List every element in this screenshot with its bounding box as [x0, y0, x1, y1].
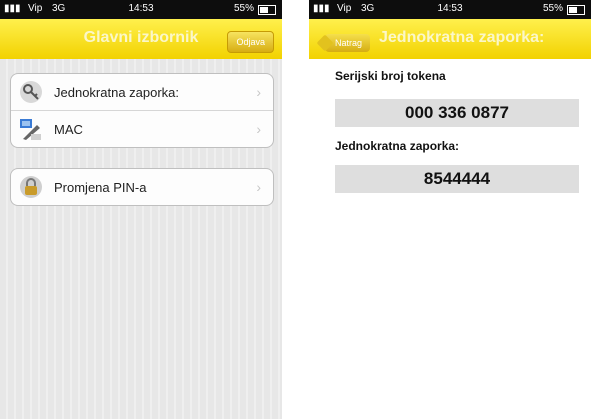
chevron-right-icon: › [256, 121, 261, 137]
main-menu-screen: ▮▮▮ Vip 3G 14:53 55% Glavni izbornik Odj… [0, 0, 282, 419]
menu-item-mac[interactable]: MAC › [11, 110, 273, 147]
lock-icon [20, 176, 42, 198]
otp-label: Jednokratna zaporka: [335, 139, 460, 153]
status-bar: ▮▮▮ Vip 3G 14:53 55% [309, 0, 591, 19]
menu-item-label: Promjena PIN-a [54, 180, 147, 195]
otp-detail: Serijski broj tokena 000 336 0877 Jednok… [309, 59, 591, 419]
back-button-label: Natrag [335, 38, 363, 48]
chevron-right-icon: › [256, 84, 261, 100]
serial-value: 000 336 0877 [335, 99, 579, 127]
serial-label: Serijski broj tokena [335, 69, 446, 83]
nav-bar: Glavni izbornik Odjava [0, 19, 282, 59]
menu-item-label: MAC [54, 122, 83, 137]
back-button[interactable]: Natrag [325, 34, 371, 52]
otp-value: 8544444 [335, 165, 579, 193]
menu-item-change-pin[interactable]: Promjena PIN-a › [11, 169, 273, 205]
menu-item-otp[interactable]: Jednokratna zaporka: › [11, 74, 273, 110]
battery-icon [567, 5, 585, 15]
battery-percent: 55% [233, 3, 254, 14]
page-title: Jednokratna zaporka: [379, 29, 545, 46]
logout-button[interactable]: Odjava [227, 31, 274, 53]
battery-icon [258, 5, 276, 15]
chevron-right-icon: › [256, 179, 261, 195]
menu-group-secondary: Promjena PIN-a › [10, 168, 274, 206]
nav-bar: Natrag Jednokratna zaporka: [309, 19, 591, 59]
pen-icon [20, 119, 41, 140]
battery-percent: 55% [542, 3, 563, 14]
menu-group-primary: Jednokratna zaporka: › MAC › [10, 73, 274, 148]
status-bar: ▮▮▮ Vip 3G 14:53 55% [0, 0, 282, 19]
menu-item-label: Jednokratna zaporka: [54, 85, 180, 100]
otp-screen: ▮▮▮ Vip 3G 14:53 55% Natrag Jednokratna … [309, 0, 591, 419]
key-icon [20, 81, 42, 103]
